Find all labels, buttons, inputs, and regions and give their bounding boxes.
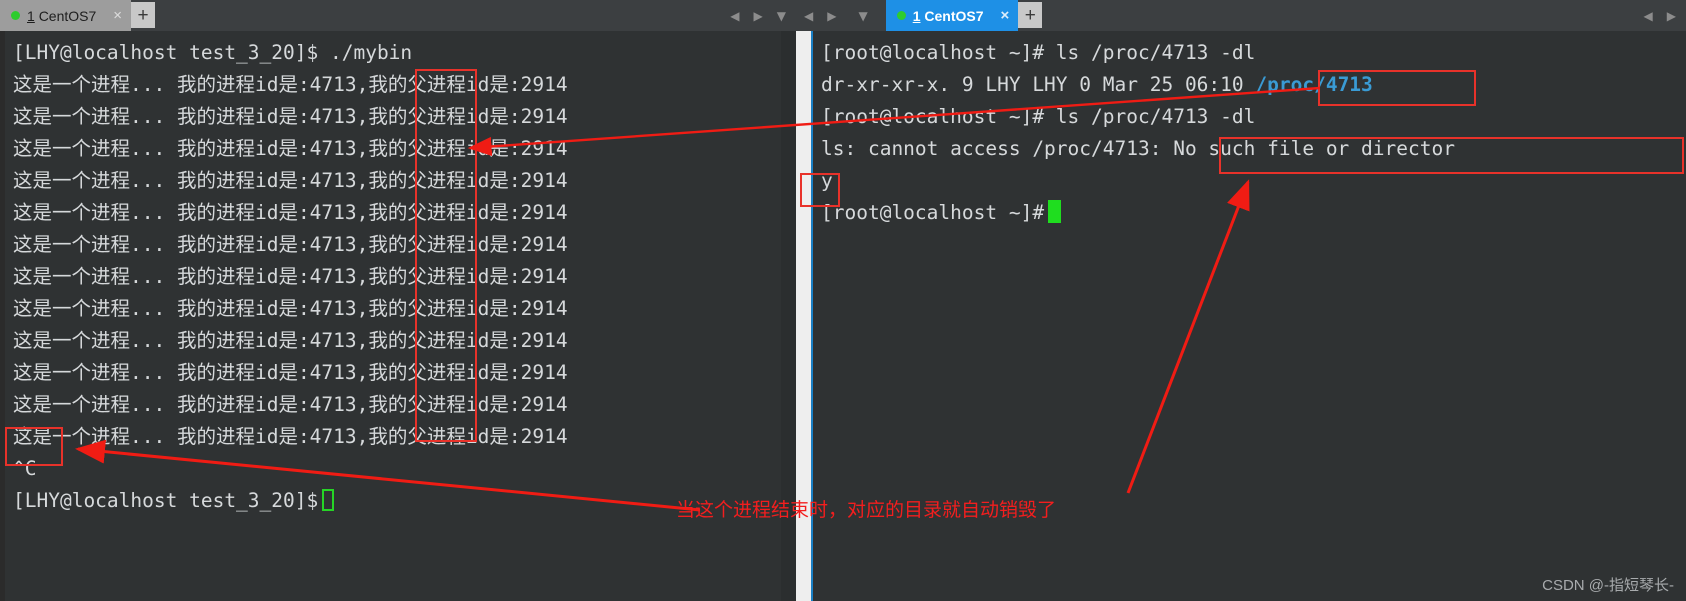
left-terminal-pane: 1 CentOS7 × + ◀ ▶ ▼ [LHY@localhost test_… bbox=[0, 0, 796, 601]
proc-path-value: /proc/4713 bbox=[1255, 73, 1373, 96]
close-icon[interactable]: × bbox=[1001, 8, 1010, 23]
right-tab-name: CentOS7 bbox=[924, 7, 984, 24]
terminal-line: 这是一个进程... 我的进程id是:4713,我的父进程id是:2914 bbox=[13, 201, 568, 224]
ls-result-prefix: dr-xr-xr-x. 9 LHY LHY 0 Mar 25 06:10 bbox=[821, 73, 1256, 96]
chevron-left-icon[interactable]: ◀ bbox=[804, 10, 813, 22]
left-tab-nav-controls: ◀ ▶ ▼ bbox=[730, 0, 796, 31]
terminal-line: 这是一个进程... 我的进程id是:4713,我的父进程id是:2914 bbox=[13, 265, 568, 288]
terminal-line-wrapped: y bbox=[821, 169, 833, 192]
terminal-line: [root@localhost ~]# ls /proc/4713 -dl bbox=[821, 105, 1256, 128]
right-scrollbar[interactable] bbox=[796, 31, 811, 601]
right-tab-bar: ◀ ▶ ▼ 1 CentOS7 × + ◀ ▶ bbox=[796, 0, 1686, 31]
chevron-left-icon[interactable]: ◀ bbox=[730, 10, 739, 22]
terminal-line-ls-result: dr-xr-xr-x. 9 LHY LHY 0 Mar 25 06:10 /pr… bbox=[821, 69, 1686, 101]
right-prompt-line: [root@localhost ~]# bbox=[821, 197, 1686, 229]
terminal-line: [LHY@localhost test_3_20]$ ./mybin bbox=[13, 41, 413, 64]
right-terminal-pane: ◀ ▶ ▼ 1 CentOS7 × + ◀ ▶ [root@localhost bbox=[796, 0, 1686, 601]
left-cursor bbox=[322, 489, 335, 511]
terminal-line-error: ls: cannot access /proc/4713: No such fi… bbox=[821, 137, 1455, 160]
left-tab-bar: 1 CentOS7 × + ◀ ▶ ▼ bbox=[0, 0, 796, 31]
terminal-line: 这是一个进程... 我的进程id是:4713,我的父进程id是:2914 bbox=[13, 393, 568, 416]
left-tab-centos7[interactable]: 1 CentOS7 × bbox=[0, 0, 132, 31]
connected-dot-icon bbox=[11, 11, 20, 20]
chevron-down-icon[interactable]: ▼ bbox=[777, 10, 786, 22]
terminal-line: 这是一个进程... 我的进程id是:4713,我的父进程id是:2914 bbox=[13, 105, 568, 128]
left-terminal-body: [LHY@localhost test_3_20]$ ./mybin 这是一个进… bbox=[0, 31, 796, 601]
right-tab-nav-controls: ◀ ▶ ▼ bbox=[796, 0, 886, 31]
terminal-line: 这是一个进程... 我的进程id是:4713,我的父进程id是:2914 bbox=[13, 425, 568, 448]
chevron-right-icon[interactable]: ▶ bbox=[827, 10, 836, 22]
left-tab-spacer bbox=[155, 0, 730, 31]
right-cursor bbox=[1048, 200, 1062, 223]
right-tab-spacer bbox=[1042, 0, 1643, 31]
chevron-right-icon[interactable]: ▶ bbox=[1667, 10, 1676, 22]
left-terminal-output[interactable]: [LHY@localhost test_3_20]$ ./mybin 这是一个进… bbox=[5, 31, 781, 601]
terminal-line: 这是一个进程... 我的进程id是:4713,我的父进程id是:2914 bbox=[13, 169, 568, 192]
right-prompt-text: [root@localhost ~]# bbox=[821, 201, 1045, 224]
right-tab-label: 1 CentOS7 bbox=[913, 8, 984, 24]
left-tab-label: 1 CentOS7 bbox=[27, 8, 96, 24]
connected-dot-icon bbox=[896, 11, 906, 20]
right-terminal-output[interactable]: [root@localhost ~]# ls /proc/4713 -dl dr… bbox=[813, 31, 1686, 601]
left-tab-name: CentOS7 bbox=[38, 7, 97, 24]
right-tab-centos7[interactable]: 1 CentOS7 × bbox=[885, 0, 1019, 31]
right-terminal-body: [root@localhost ~]# ls /proc/4713 -dl dr… bbox=[796, 31, 1686, 601]
right-tab-number: 1 bbox=[912, 7, 921, 24]
terminal-line: [root@localhost ~]# ls /proc/4713 -dl bbox=[821, 41, 1256, 64]
close-icon[interactable]: × bbox=[113, 8, 122, 23]
terminal-line: 这是一个进程... 我的进程id是:4713,我的父进程id是:2914 bbox=[13, 233, 568, 256]
chevron-left-icon[interactable]: ◀ bbox=[1644, 10, 1653, 22]
left-tab-number: 1 bbox=[27, 7, 35, 24]
chevron-right-icon[interactable]: ▶ bbox=[754, 10, 763, 22]
chevron-down-icon[interactable]: ▼ bbox=[858, 10, 867, 22]
terminal-line: 这是一个进程... 我的进程id是:4713,我的父进程id是:2914 bbox=[13, 361, 568, 384]
left-prompt-text: [LHY@localhost test_3_20]$ bbox=[13, 489, 319, 512]
terminal-line: 这是一个进程... 我的进程id是:4713,我的父进程id是:2914 bbox=[13, 329, 568, 352]
terminal-line-ctrl-c: ^C bbox=[13, 457, 37, 480]
terminal-line: 这是一个进程... 我的进程id是:4713,我的父进程id是:2914 bbox=[13, 73, 568, 96]
terminal-app-window: 1 CentOS7 × + ◀ ▶ ▼ [LHY@localhost test_… bbox=[0, 0, 1686, 601]
terminal-line: 这是一个进程... 我的进程id是:4713,我的父进程id是:2914 bbox=[13, 137, 568, 160]
terminal-line: 这是一个进程... 我的进程id是:4713,我的父进程id是:2914 bbox=[13, 297, 568, 320]
right-tab-nav-controls-end: ◀ ▶ bbox=[1644, 0, 1686, 31]
left-prompt-line: [LHY@localhost test_3_20]$ bbox=[13, 485, 781, 517]
left-scrollbar[interactable] bbox=[781, 31, 796, 601]
new-tab-button[interactable]: + bbox=[131, 2, 156, 28]
new-tab-button[interactable]: + bbox=[1018, 2, 1043, 28]
